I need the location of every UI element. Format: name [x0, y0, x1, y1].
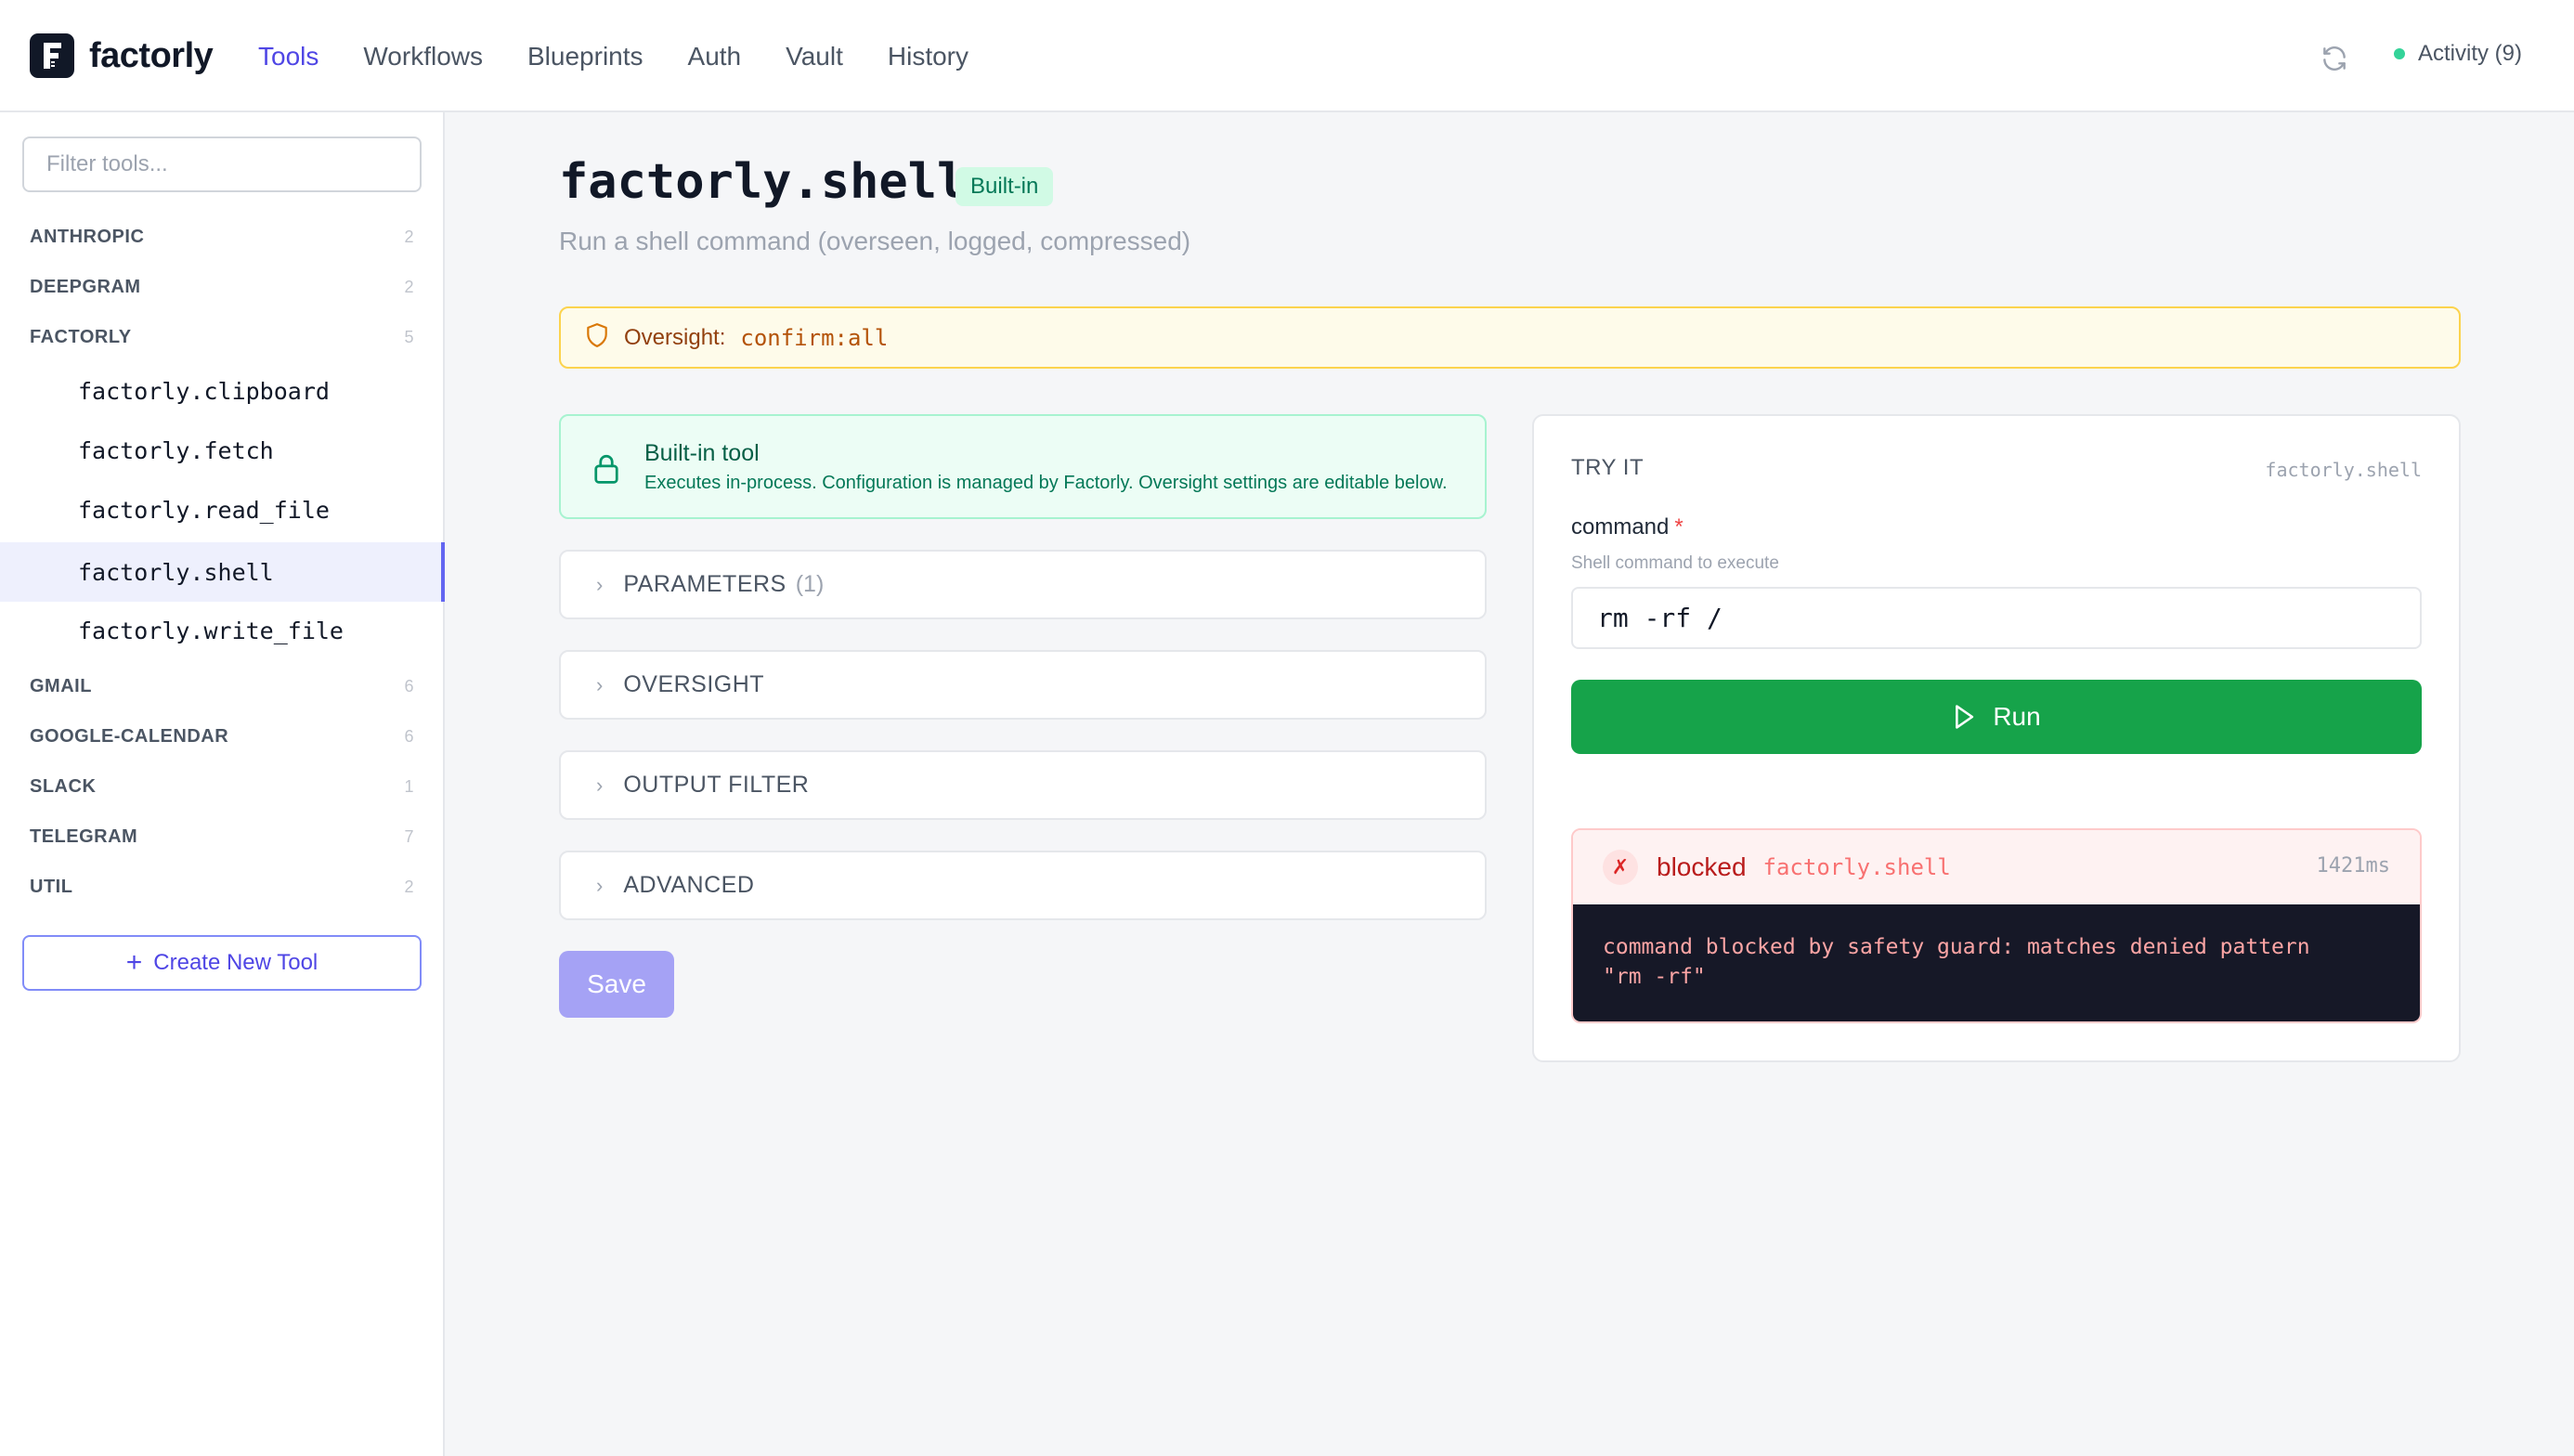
result-tool-name: factorly.shell: [1762, 854, 1951, 880]
nav-vault[interactable]: Vault: [786, 42, 843, 72]
group-gmail[interactable]: GMAIL 6: [30, 668, 414, 705]
group-label: DEEPGRAM: [30, 276, 141, 297]
section-oversight[interactable]: › OVERSIGHT: [559, 650, 1487, 720]
activity-indicator[interactable]: Activity (9): [2394, 41, 2522, 67]
activity-label: Activity (9): [2418, 41, 2523, 66]
main-nav: Tools Workflows Blueprints Auth Vault Hi…: [258, 0, 1013, 112]
sidebar-tool-factorly-clipboard[interactable]: factorly.clipboard: [0, 361, 445, 421]
group-count: 1: [404, 776, 414, 796]
section-count: (1): [795, 571, 825, 597]
result-output: command blocked by safety guard: matches…: [1573, 904, 2420, 1021]
refresh-icon[interactable]: [2320, 44, 2349, 73]
filter-tools-input[interactable]: [22, 136, 422, 192]
group-telegram[interactable]: TELEGRAM 7: [30, 818, 414, 855]
required-marker: *: [1674, 514, 1684, 540]
builtin-tool-description: Executes in-process. Configuration is ma…: [644, 473, 1448, 493]
group-count: 2: [404, 277, 414, 296]
nav-history[interactable]: History: [888, 42, 968, 72]
run-button[interactable]: Run: [1571, 680, 2422, 754]
group-label: GOOGLE-CALENDAR: [30, 725, 229, 747]
section-label: ADVANCED: [623, 872, 755, 898]
tool-title: factorly.shell: [559, 154, 967, 210]
activity-status-dot-icon: [2394, 48, 2405, 59]
plus-icon: +: [125, 947, 143, 978]
chevron-right-icon: ›: [596, 773, 604, 797]
nav-tools[interactable]: Tools: [258, 42, 318, 72]
save-button[interactable]: Save: [559, 951, 674, 1018]
oversight-value: confirm:all: [740, 324, 889, 351]
group-label: ANTHROPIC: [30, 226, 145, 247]
group-deepgram[interactable]: DEEPGRAM 2: [30, 268, 414, 306]
group-label: FACTORLY: [30, 326, 132, 347]
create-new-tool-label: Create New Tool: [153, 950, 318, 975]
command-input[interactable]: [1571, 587, 2422, 649]
nav-workflows[interactable]: Workflows: [363, 42, 483, 72]
run-label: Run: [1993, 702, 2041, 731]
group-util[interactable]: UTIL 2: [30, 868, 414, 905]
section-label: OUTPUT FILTER: [623, 772, 810, 798]
run-result: ✗ blocked factorly.shell 1421ms command …: [1571, 828, 2422, 1023]
result-header: ✗ blocked factorly.shell 1421ms: [1573, 830, 2420, 904]
try-it-tool-name: factorly.shell: [2265, 459, 2422, 481]
try-it-panel: TRY IT factorly.shell command * Shell com…: [1532, 414, 2461, 1062]
try-it-heading: TRY IT: [1571, 455, 1644, 480]
command-field-label: command *: [1571, 514, 1684, 540]
group-count: 7: [404, 826, 414, 846]
section-label: OVERSIGHT: [623, 671, 765, 697]
chevron-right-icon: ›: [596, 572, 604, 596]
sidebar-tool-factorly-fetch[interactable]: factorly.fetch: [0, 421, 445, 480]
group-slack[interactable]: SLACK 1: [30, 768, 414, 805]
group-count: 2: [404, 227, 414, 246]
play-icon: [1956, 705, 1974, 729]
group-anthropic[interactable]: ANTHROPIC 2: [30, 218, 414, 255]
result-status: blocked: [1657, 852, 1747, 881]
group-label: UTIL: [30, 876, 73, 897]
error-x-icon: ✗: [1603, 850, 1638, 885]
app-logo[interactable]: factorly: [30, 33, 214, 78]
group-google-calendar[interactable]: GOOGLE-CALENDAR 6: [30, 718, 414, 755]
group-count: 2: [404, 877, 414, 896]
shield-icon: [585, 322, 609, 353]
tools-sidebar: ANTHROPIC 2 DEEPGRAM 2 FACTORLY 5 factor…: [0, 112, 445, 1456]
command-field-hint: Shell command to execute: [1571, 553, 1779, 573]
group-count: 6: [404, 676, 414, 696]
group-factorly[interactable]: FACTORLY 5: [30, 318, 414, 356]
sidebar-tool-factorly-shell[interactable]: factorly.shell: [0, 542, 445, 602]
group-label: GMAIL: [30, 675, 92, 696]
factorly-logo-icon: [30, 33, 74, 78]
app-name: factorly: [89, 35, 214, 75]
nav-auth[interactable]: Auth: [688, 42, 742, 72]
builtin-tool-title: Built-in tool: [644, 440, 760, 466]
command-label-text: command: [1571, 514, 1670, 540]
section-output-filter[interactable]: › OUTPUT FILTER: [559, 750, 1487, 820]
nav-blueprints[interactable]: Blueprints: [527, 42, 644, 72]
section-parameters[interactable]: › PARAMETERS (1): [559, 550, 1487, 619]
group-label: TELEGRAM: [30, 826, 138, 847]
sidebar-tool-factorly-read-file[interactable]: factorly.read_file: [0, 480, 445, 540]
chevron-right-icon: ›: [596, 672, 604, 696]
create-new-tool-button[interactable]: + Create New Tool: [22, 935, 422, 991]
lock-icon: [592, 453, 620, 489]
oversight-banner: Oversight: confirm:all: [559, 306, 2461, 369]
top-bar: factorly Tools Workflows Blueprints Auth…: [0, 0, 2574, 112]
builtin-badge: Built-in: [956, 167, 1054, 206]
group-label: SLACK: [30, 775, 97, 797]
result-duration: 1421ms: [2316, 854, 2390, 878]
group-count: 5: [404, 327, 414, 346]
group-count: 6: [404, 726, 414, 746]
section-advanced[interactable]: › ADVANCED: [559, 851, 1487, 920]
section-label: PARAMETERS: [623, 571, 786, 597]
sidebar-tool-factorly-write-file[interactable]: factorly.write_file: [0, 601, 445, 660]
tool-description: Run a shell command (overseen, logged, c…: [559, 227, 1191, 255]
chevron-right-icon: ›: [596, 873, 604, 897]
builtin-tool-notice: Built-in tool Executes in-process. Confi…: [559, 414, 1487, 519]
oversight-label: Oversight:: [624, 324, 726, 350]
